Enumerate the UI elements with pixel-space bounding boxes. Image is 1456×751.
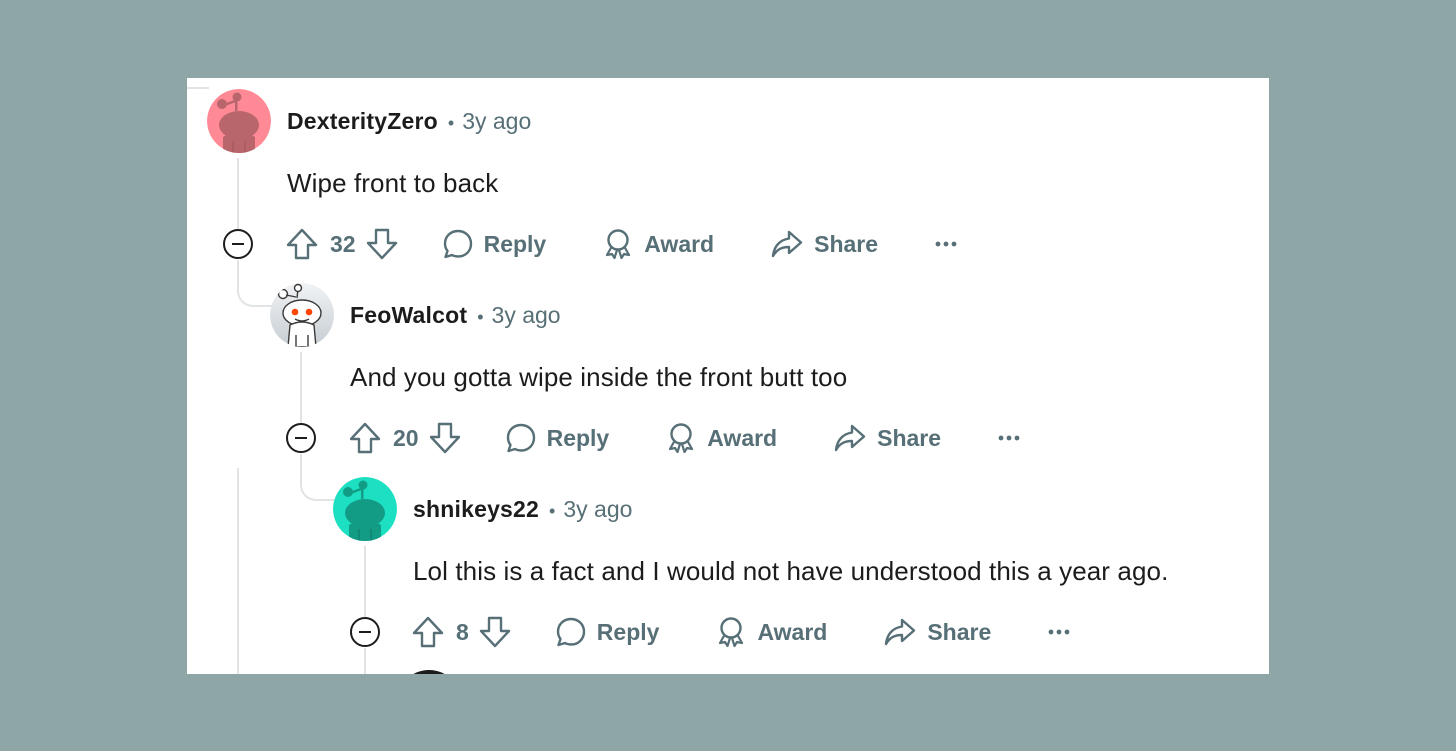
vote-score: 20 xyxy=(393,424,419,451)
collapse-icon[interactable] xyxy=(222,228,254,260)
vote-control: 20 xyxy=(349,421,461,455)
comment-thread-card: DexterityZero • 3y ago Wipe front to bac… xyxy=(187,78,1269,674)
comment-meta: FeoWalcot • 3y ago xyxy=(350,302,561,329)
thread-line[interactable] xyxy=(364,648,366,674)
snoo-avatar-icon xyxy=(333,477,397,541)
meta-separator: • xyxy=(549,501,556,521)
award-icon xyxy=(606,229,631,260)
reply-icon xyxy=(556,617,585,647)
upvote-icon[interactable] xyxy=(412,615,444,649)
share-icon xyxy=(834,424,866,452)
avatar[interactable] xyxy=(207,89,271,153)
thread-connector xyxy=(237,260,273,307)
share-label: Share xyxy=(814,230,879,257)
comment-body: Lol this is a fact and I would not have … xyxy=(413,556,1169,586)
reply-icon xyxy=(443,229,472,259)
comment-body: And you gotta wipe inside the front butt… xyxy=(350,362,848,392)
upvote-icon[interactable] xyxy=(349,421,381,455)
snoo-avatar-icon xyxy=(270,283,334,347)
downvote-icon[interactable] xyxy=(366,227,398,261)
avatar[interactable] xyxy=(397,670,461,674)
share-button[interactable]: Share xyxy=(833,422,941,454)
award-icon xyxy=(669,423,694,454)
comment-actions: 20 Reply Award Share xyxy=(349,418,1021,458)
award-label: Award xyxy=(757,618,828,645)
avatar[interactable] xyxy=(270,283,334,347)
award-label: Award xyxy=(707,424,778,451)
award-button[interactable]: Award xyxy=(602,228,714,260)
thread-line[interactable] xyxy=(237,468,239,674)
meta-separator: • xyxy=(477,307,484,327)
award-label: Award xyxy=(644,230,715,257)
snoo-avatar-icon xyxy=(207,89,271,153)
reply-label: Reply xyxy=(596,618,660,645)
share-icon xyxy=(885,618,916,646)
thread-connector xyxy=(300,454,336,501)
avatar[interactable] xyxy=(333,477,397,541)
more-icon xyxy=(935,241,957,247)
vote-score: 32 xyxy=(330,230,356,257)
vote-control: 32 xyxy=(286,227,398,261)
reply-button[interactable]: Reply xyxy=(555,616,660,648)
reply-icon xyxy=(506,423,535,453)
author-name[interactable]: DexterityZero xyxy=(287,108,438,135)
share-label: Share xyxy=(927,618,992,645)
reply-button[interactable]: Reply xyxy=(505,422,610,454)
thread-line[interactable] xyxy=(364,546,366,618)
comment-actions: 32 Reply Award Share xyxy=(286,224,958,264)
meta-separator: • xyxy=(447,113,455,133)
award-icon xyxy=(719,617,744,648)
author-name[interactable]: FeoWalcot xyxy=(350,302,467,329)
downvote-icon[interactable] xyxy=(429,421,461,455)
timestamp[interactable]: 3y ago xyxy=(492,302,561,329)
timestamp[interactable]: 3y ago xyxy=(563,496,632,523)
share-label: Share xyxy=(877,424,942,451)
comment-body: Wipe front to back xyxy=(287,168,499,198)
more-options-button[interactable] xyxy=(934,240,958,248)
thread-line[interactable] xyxy=(300,352,302,424)
more-icon xyxy=(1048,629,1070,635)
author-name[interactable]: shnikeys22 xyxy=(413,496,539,523)
more-options-button[interactable] xyxy=(1047,628,1071,636)
timestamp[interactable]: 3y ago xyxy=(462,108,531,135)
award-button[interactable]: Award xyxy=(715,616,827,648)
reply-label: Reply xyxy=(483,230,547,257)
share-icon xyxy=(771,230,803,258)
collapse-icon[interactable] xyxy=(349,616,381,648)
share-button[interactable]: Share xyxy=(883,616,991,648)
reply-label: Reply xyxy=(546,424,610,451)
more-options-button[interactable] xyxy=(997,434,1021,442)
collapse-icon[interactable] xyxy=(285,422,317,454)
thread-line xyxy=(187,87,209,89)
downvote-icon[interactable] xyxy=(479,615,511,649)
share-button[interactable]: Share xyxy=(770,228,878,260)
award-button[interactable]: Award xyxy=(665,422,777,454)
upvote-icon[interactable] xyxy=(286,227,318,261)
thread-line[interactable] xyxy=(237,158,239,230)
comment-meta: shnikeys22 • 3y ago xyxy=(413,496,632,523)
comment-meta: DexterityZero • 3y ago xyxy=(287,108,531,135)
vote-score: 8 xyxy=(456,618,469,645)
more-icon xyxy=(998,435,1020,441)
reply-button[interactable]: Reply xyxy=(442,228,547,260)
vote-control: 8 xyxy=(412,615,511,649)
comment-actions: 8 Reply Award Share xyxy=(412,612,1071,652)
